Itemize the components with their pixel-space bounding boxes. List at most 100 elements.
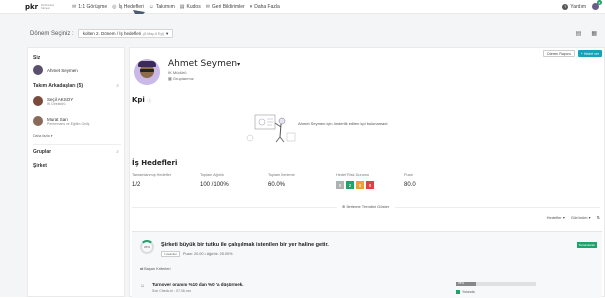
goal-chip: İ Hedefler (161, 251, 181, 257)
goal-card[interactable]: 25% Şirketi büyük bir tutku ile çalışılm… (132, 231, 602, 298)
metric-value: 100 /100% (200, 182, 229, 188)
chat-icon: ✉ (72, 4, 77, 10)
profile-name[interactable]: Ahmet Seymen▾ (168, 59, 240, 69)
divider (132, 207, 337, 208)
risk-boxes: 0200 (336, 181, 404, 189)
nav-item-3[interactable]: ▤ Kudos (180, 4, 201, 10)
metric-label: Puan (404, 173, 413, 177)
nav-item-label: Kudos (186, 4, 201, 10)
view-filter-dropdown[interactable]: Görünüm ▾ (571, 215, 591, 220)
sub-goal-title[interactable]: Turnover oranını %10 dan %0 'a düşürmek. (152, 282, 244, 287)
top-navbar: pkr Performans Karnesi ✉ 1:1 Görüşme ◎ İş H… (0, 0, 605, 14)
feedback-icon: ✉ (205, 4, 210, 10)
nav-item-label: 1:1 Görüşme (78, 4, 108, 10)
metric-score: Puan 80.0 (404, 173, 472, 189)
period-select[interactable]: kolten 2. Dönem / İş hedefleri (6 May-6 … (77, 29, 174, 38)
risk-box: 2 (346, 181, 354, 189)
progress-bar-label: 25% (458, 281, 465, 285)
user-avatar-menu[interactable]: 8 (592, 0, 602, 10)
profile-groups-link[interactable]: ▦ Gruplarımız (168, 76, 194, 81)
sort-icon[interactable]: ⇅ (597, 215, 600, 220)
kpi-section-title: Kpi ⓘ (132, 96, 151, 104)
sidebar-section-me: Siz (33, 55, 41, 61)
profile-groups-label: Gruplarımız (172, 76, 194, 81)
risk-box: 0 (336, 181, 344, 189)
period-report-button[interactable]: Dönem Raporu (543, 50, 575, 57)
metric-risk: Hedef Risk Durumu 0200 (336, 173, 404, 189)
sidebar-section-team: Takım Arkadaşları (5) (33, 83, 84, 89)
nav-item-label: Geri Bildirimler (211, 4, 245, 10)
show-trend-link[interactable]: ⊕ İlerleme Trendini Göster (342, 204, 389, 209)
search-icon[interactable]: ⌕ (116, 83, 119, 89)
logo[interactable]: pkr Performans Karnesi (25, 3, 63, 11)
avatar (33, 96, 43, 106)
success-criteria-label[interactable]: ⇄ Başarı Kriterleri (140, 266, 170, 271)
trend-link-text: İlerleme Trendini Göster (346, 204, 390, 209)
criteria-icon: ⇄ (140, 267, 144, 271)
period-label: Dönem Seçiniz : (30, 30, 74, 37)
sub-goal-meta: Son Check-In : 07.06.xxx (152, 289, 192, 293)
goal-title[interactable]: Şirketi büyük bir tutku ile çalışılmak i… (161, 242, 329, 248)
period-value: kolten 2. Dönem / İş hedefleri (82, 31, 142, 36)
reports-icon: ▤ (179, 4, 185, 10)
view-toggle-icons: ▤ ▦ (576, 30, 597, 37)
kpi-title-text: Kpi (132, 96, 145, 104)
more-icon: ▾ (249, 4, 253, 10)
sidebar: Siz Ahmet Seymen Takım Arkadaşları (5) S… (27, 47, 125, 297)
sidebar-team-member[interactable]: Murat Sarı Performans ve Eğitim Geliş (33, 116, 89, 126)
top-right-area: ? Yardım 8 (562, 0, 602, 10)
progress-ring: 25% (140, 240, 154, 254)
divider (395, 207, 600, 208)
nav-item-label: Daha Fazla (254, 4, 280, 10)
metric-label: Hedef Risk Durumu (336, 173, 370, 177)
person-icon: ☺ (140, 283, 146, 289)
sidebar-more-link[interactable]: Daha fazla ▾ (33, 134, 52, 138)
status-label: Yolunda (462, 289, 475, 294)
risk-box: 0 (366, 181, 374, 189)
sidebar-user-role: Performans ve Eğitim Geliş (47, 121, 90, 126)
sidebar-user-name: Ahmet Seymen (47, 67, 78, 73)
new-goal-button[interactable]: + Hedef ver (577, 50, 602, 57)
sidebar-user-me[interactable]: Ahmet Seymen (33, 65, 78, 75)
metric-value: 1/2 (132, 182, 141, 188)
divider (33, 144, 121, 145)
help-label: Yardım (570, 3, 586, 10)
goals-section-title: İş Hedefleri (132, 159, 178, 167)
chevron-down-icon: ▾ (166, 30, 169, 36)
progress-bar (456, 282, 536, 286)
logo-mark: pkr (25, 3, 39, 11)
metric-label: Tamamlanmış Hedefler (132, 173, 172, 177)
nav-item-0[interactable]: ✉ 1:1 Görüşme (72, 4, 107, 10)
logo-subtitle: Performans Karnesi (41, 4, 55, 10)
metric-label: Toplam İlerleme (268, 173, 295, 177)
grid-view-icon[interactable]: ▦ (591, 30, 597, 37)
goal-metrics: Tamamlanmış Hedefler 1/2 Toplam Ağırlık … (132, 173, 472, 189)
sidebar-team-member[interactable]: Seçil AKSOY İK Direktörü (33, 96, 73, 106)
trend-icon: ⊕ (342, 204, 346, 209)
kpi-empty-message: Ahmet Seymen için önderlik edilen kpi bu… (298, 121, 388, 126)
action-buttons: Dönem Raporu + Hedef ver (543, 50, 602, 57)
nav-item-4[interactable]: ✉ Geri Bildirimler (206, 4, 245, 10)
goals-filter-dropdown[interactable]: Hedefler ▾ (547, 215, 565, 220)
main-nav: ✉ 1:1 Görüşme ◎ İş Hedefleri ☺ Takımım ▤ Kudos ✉… (72, 4, 280, 10)
notification-badge: 8 (597, 0, 602, 5)
avatar (33, 65, 43, 75)
goal-meta: İ Hedefler Puan: 20.00 • Ağırlık: 25.00% (161, 251, 232, 257)
list-view-icon[interactable]: ▤ (576, 30, 582, 37)
search-icon[interactable]: ⌕ (116, 149, 119, 155)
profile-name-text: Ahmet Seymen (168, 59, 238, 69)
profile-role: İK Müdürü (168, 70, 187, 75)
sidebar-section-company: Şirket (33, 163, 47, 169)
nav-item-5[interactable]: ▾ Daha Fazla (250, 4, 280, 10)
avatar (134, 59, 160, 85)
chevron-down-icon: ▾ (237, 61, 241, 68)
period-range: (6 May-6 Eyl) (143, 31, 165, 36)
avatar (33, 116, 43, 126)
metric-label: Toplam Ağırlık (200, 173, 224, 177)
sidebar-section-groups: Gruplar (33, 149, 52, 155)
info-icon[interactable]: ⓘ (147, 98, 151, 103)
status-badge: Tamamlandı (576, 242, 597, 248)
goal-filters: Hedefler ▾ Görünüm ▾ ⇅ (547, 215, 600, 220)
help-button[interactable]: ? Yardım (562, 3, 586, 10)
metric-weight: Toplam Ağırlık 100 /100% (200, 173, 268, 189)
